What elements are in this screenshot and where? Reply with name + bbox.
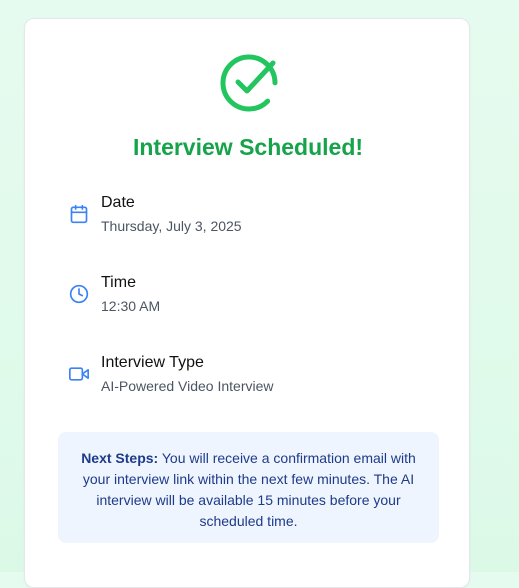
page-title: Interview Scheduled!: [132, 134, 364, 160]
interview-type-value: AI-Powered Video Interview: [101, 378, 274, 394]
clock-icon: [69, 284, 89, 304]
next-steps-heading: Next Steps:: [81, 450, 159, 466]
date-label: Date: [101, 194, 135, 211]
video-camera-icon: [69, 367, 89, 381]
check-circle-icon: [220, 54, 278, 112]
date-value: Thursday, July 3, 2025: [101, 218, 242, 234]
next-steps-note: Next Steps: You will receive a confirmat…: [58, 432, 439, 543]
time-label: Time: [101, 274, 136, 291]
interview-type-label: Interview Type: [101, 354, 204, 371]
calendar-icon: [70, 204, 88, 224]
confirmation-card: Interview Scheduled! Date Thursday, July…: [24, 18, 470, 588]
time-value: 12:30 AM: [101, 298, 161, 314]
